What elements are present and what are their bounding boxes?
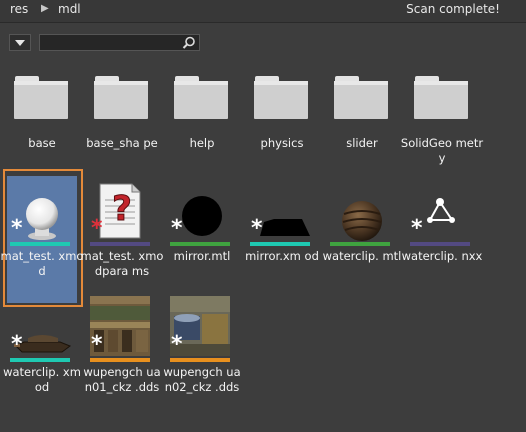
type-color-bar — [90, 358, 150, 362]
file-label: waterclip. mtl — [322, 249, 402, 263]
type-color-bar — [410, 242, 470, 246]
file-item-mirror-mtl[interactable]: * mirror.mtl — [160, 176, 244, 306]
asterisk-icon: * — [251, 216, 263, 241]
folder-item-base[interactable]: base — [0, 76, 84, 166]
type-color-bar — [10, 242, 70, 246]
file-label: wupengch uan02_ckz .dds — [163, 365, 241, 394]
type-color-bar — [90, 242, 150, 246]
folder-label: slider — [346, 136, 378, 150]
file-item-waterclip-nxx[interactable]: * waterclip. nxx — [400, 176, 484, 306]
svg-text:?: ? — [112, 189, 132, 229]
asterisk-icon: * — [91, 216, 103, 241]
asterisk-icon: * — [411, 216, 423, 241]
folder-label: help — [189, 136, 215, 150]
file-label: waterclip. nxx — [401, 249, 483, 263]
wood-material-sphere-icon — [342, 201, 382, 241]
status-text: Scan complete! — [406, 2, 500, 16]
search-input[interactable] — [39, 34, 200, 51]
file-label: mat_test. xmod — [0, 249, 84, 278]
file-item-wupengchuan02-dds[interactable]: * wupengch uan02_ckz .dds — [160, 296, 244, 416]
asterisk-icon: * — [171, 216, 183, 241]
search-icon[interactable] — [182, 36, 196, 50]
filter-dropdown-button[interactable] — [9, 34, 31, 51]
file-label: waterclip. xmod — [3, 365, 81, 394]
type-color-bar — [250, 242, 310, 246]
chevron-down-icon — [15, 40, 25, 46]
divider — [0, 22, 526, 23]
file-label: mirror.xm od — [245, 249, 319, 263]
folder-label: physics — [260, 136, 304, 150]
breadcrumb-current[interactable]: mdl — [58, 2, 81, 16]
folder-label: base_sha pe — [86, 136, 158, 150]
asterisk-icon: * — [11, 216, 23, 241]
type-color-bar — [170, 242, 230, 246]
file-item-mat-test-xmod[interactable]: * mat_test. xmod — [0, 176, 84, 306]
folder-item-base-shape[interactable]: base_sha pe — [80, 76, 164, 166]
folder-item-help[interactable]: help — [160, 76, 244, 166]
file-item-mat-test-xmodparams[interactable]: ? * mat_test. xmodpara ms — [80, 176, 164, 306]
folder-label: SolidGeo metry — [400, 136, 484, 165]
type-color-bar — [330, 242, 390, 246]
file-label: mat_test. xmodpara ms — [80, 249, 164, 278]
folder-item-solidgeometry[interactable]: SolidGeo metry — [400, 76, 484, 166]
breadcrumb-root[interactable]: res — [10, 2, 28, 16]
file-item-mirror-xmod[interactable]: * mirror.xm od — [240, 176, 324, 306]
file-item-waterclip-xmod[interactable]: * waterclip. xmod — [0, 296, 84, 416]
file-label: mirror.mtl — [173, 249, 231, 263]
file-item-wupengchuan01-dds[interactable]: * wupengch uan01_ckz .dds — [80, 296, 164, 416]
type-color-bar — [10, 358, 70, 362]
folder-label: base — [28, 136, 56, 150]
folder-item-physics[interactable]: physics — [240, 76, 324, 166]
breadcrumb-separator-icon: ▶ — [41, 3, 49, 14]
type-color-bar — [170, 358, 230, 362]
file-label: wupengch uan01_ckz .dds — [83, 365, 161, 394]
file-item-waterclip-mtl[interactable]: waterclip. mtl — [320, 176, 404, 306]
asterisk-icon: * — [91, 332, 103, 357]
top-bar: res ▶ mdl Scan complete! — [0, 0, 526, 22]
asterisk-icon: * — [11, 332, 23, 357]
folder-item-slider[interactable]: slider — [320, 76, 404, 166]
asterisk-icon: * — [171, 332, 183, 357]
